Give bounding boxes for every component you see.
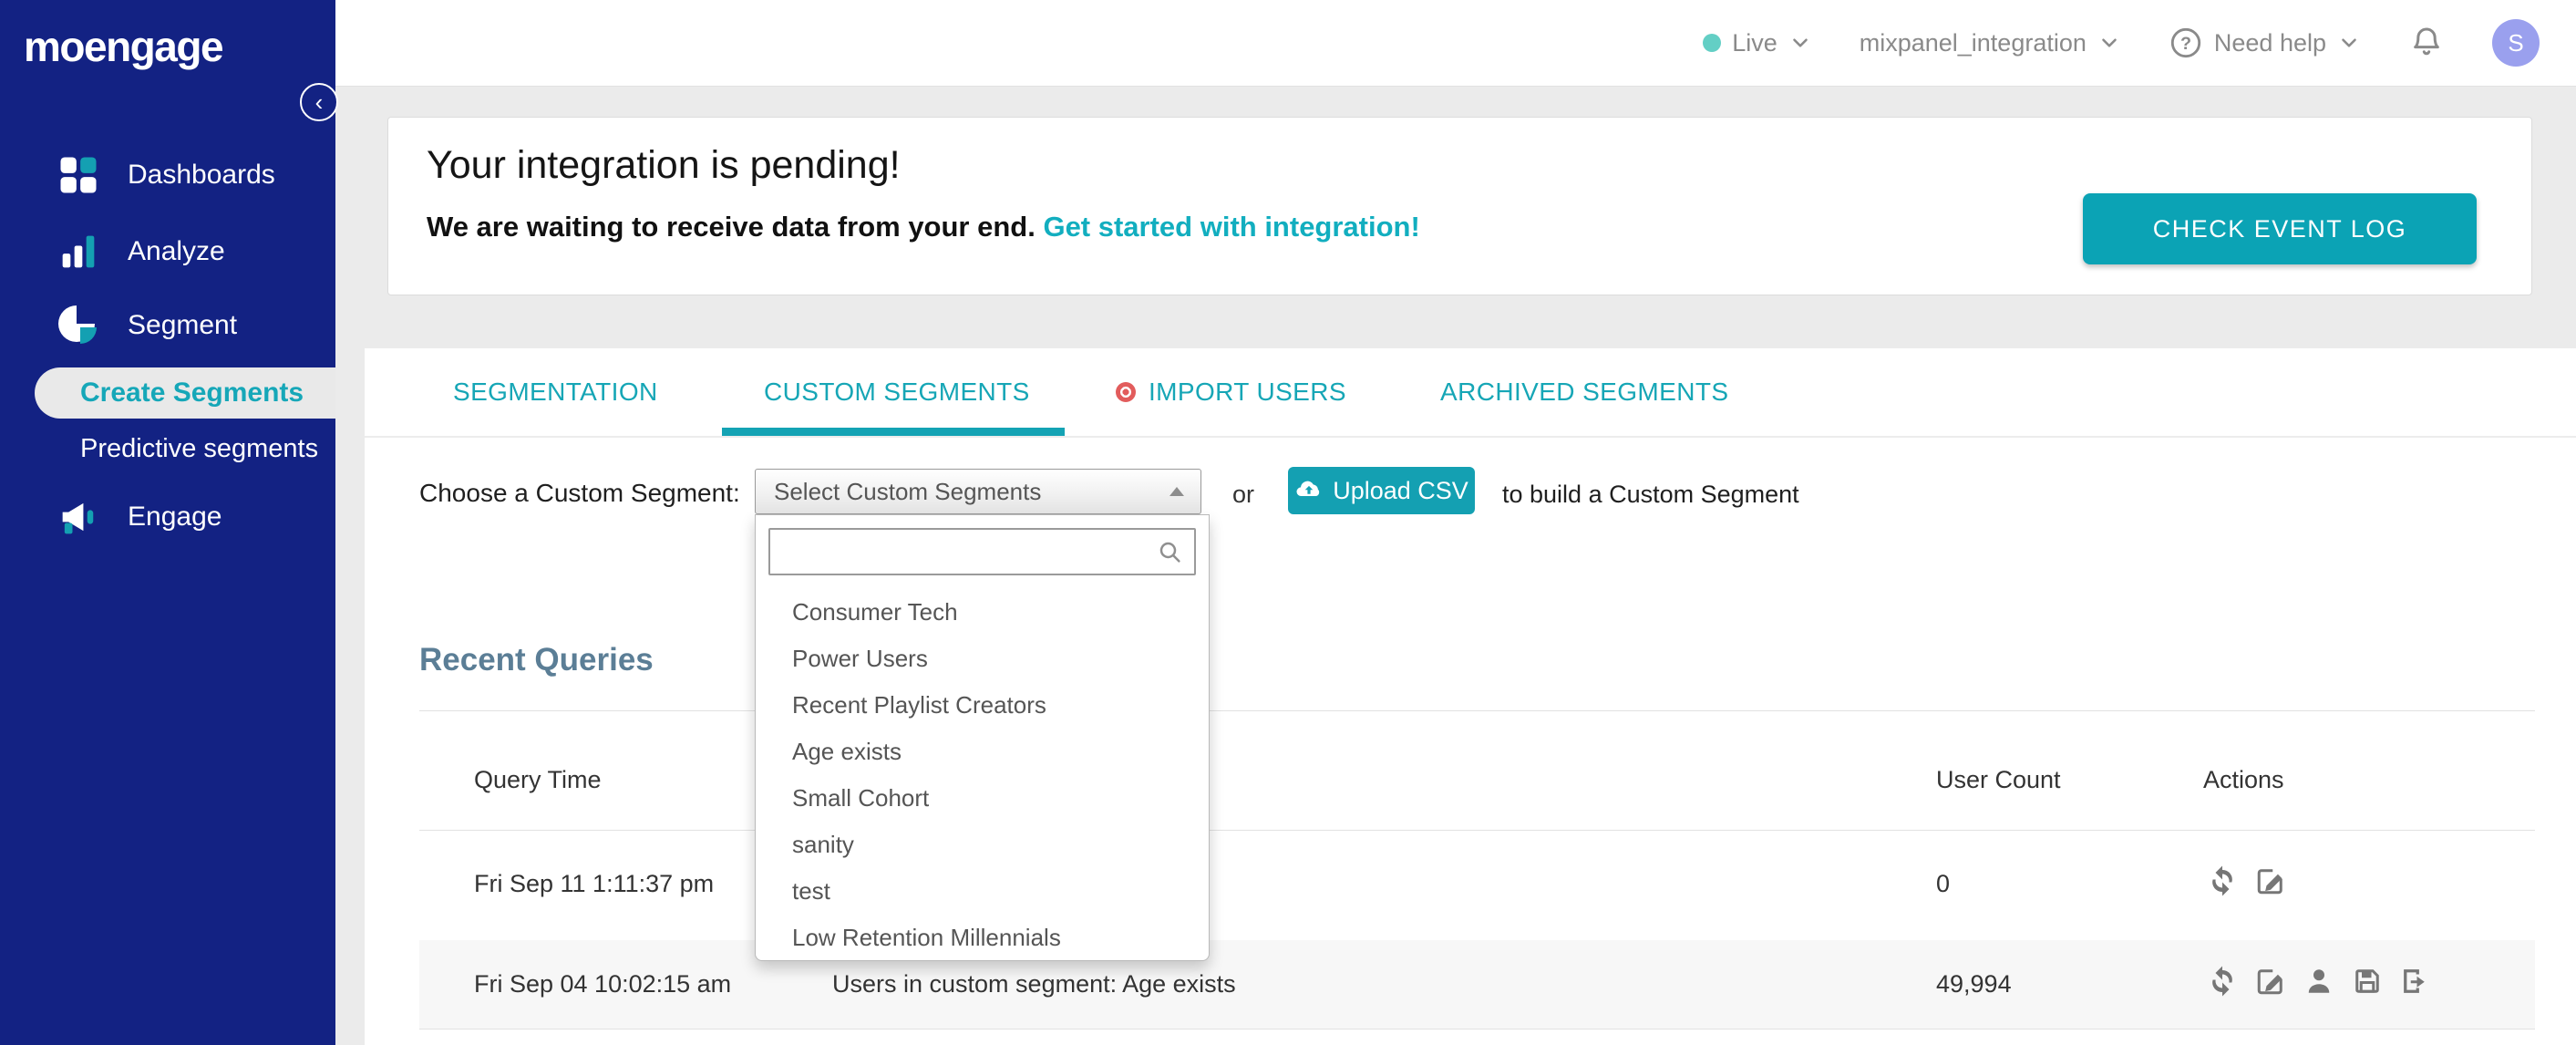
edit-icon[interactable] <box>2254 965 2287 998</box>
workspace-switcher[interactable]: mixpanel_integration <box>1860 29 2121 57</box>
tab-segmentation[interactable]: SEGMENTATION <box>453 348 658 436</box>
recent-queries-title: Recent Queries <box>419 642 654 678</box>
sidebar-item-analyze[interactable]: Analyze <box>0 222 335 281</box>
bar-chart-icon <box>62 235 95 268</box>
get-started-link[interactable]: Get started with integration! <box>1043 211 1419 243</box>
search-icon <box>1159 542 1180 563</box>
svg-text:?: ? <box>2180 34 2191 54</box>
save-icon[interactable] <box>2351 965 2384 998</box>
avatar-initial: S <box>2508 28 2524 57</box>
sidebar-item-label: Dashboards <box>128 160 275 190</box>
or-text: or <box>1232 481 1255 508</box>
choose-segment-label: Choose a Custom Segment: <box>419 479 740 507</box>
tab-custom-segments[interactable]: CUSTOM SEGMENTS <box>764 348 1030 436</box>
app-root: Live mixpanel_integration ? Need help S … <box>0 0 2576 1045</box>
dropdown-option[interactable]: test <box>756 868 1209 915</box>
sidebar: moengage Dashboards Analyze Segment Crea… <box>0 0 335 1045</box>
query-time-cell: Fri Sep 04 10:02:15 am <box>474 970 732 998</box>
dropdown-option[interactable]: Age exists <box>756 729 1209 775</box>
sidebar-item-label: Create Segments <box>80 378 304 408</box>
tab-import-users[interactable]: IMPORT USERS <box>1116 348 1346 436</box>
grid-icon <box>60 157 97 193</box>
upload-csv-button[interactable]: Upload CSV <box>1288 467 1475 514</box>
environment-switcher[interactable]: Live <box>1703 29 1812 57</box>
cloud-upload-icon <box>1296 481 1320 497</box>
divider <box>419 710 2535 711</box>
workspace-label: mixpanel_integration <box>1859 28 2087 57</box>
query-info-cell: Users in custom segment: Age exists <box>832 970 1236 998</box>
dropdown-option[interactable]: Small Cohort <box>756 775 1209 822</box>
pie-chart-icon <box>58 305 97 344</box>
segment-search-input[interactable] <box>768 528 1196 575</box>
live-status-dot <box>1703 34 1722 52</box>
integration-banner: Your integration is pending! We are wait… <box>387 117 2532 295</box>
user-count-cell: 49,994 <box>1936 970 2012 998</box>
chevron-down-icon <box>2102 38 2117 47</box>
tab-label: ARCHIVED SEGMENTS <box>1440 378 1729 406</box>
dropdown-option[interactable]: Consumer Tech <box>756 589 1209 636</box>
banner-message-text: We are waiting to receive data from your… <box>427 211 1044 243</box>
column-header-actions: Actions <box>2203 766 2284 793</box>
custom-segment-dropdown: Consumer Tech Power Users Recent Playlis… <box>755 514 1210 961</box>
help-label: Need help <box>2213 28 2326 57</box>
question-circle-icon: ? <box>2170 27 2201 58</box>
sidebar-item-label: Engage <box>128 502 222 532</box>
banner-title: Your integration is pending! <box>427 143 901 187</box>
tabs-divider <box>365 436 2576 438</box>
top-header: Live mixpanel_integration ? Need help S <box>335 0 2576 87</box>
dropdown-option[interactable]: Low Retention Millennials <box>756 915 1209 960</box>
query-time-cell: Fri Sep 11 1:11:37 pm <box>474 870 715 897</box>
chevron-down-icon <box>1792 38 1808 47</box>
check-event-log-button[interactable]: CHECK EVENT LOG <box>2083 193 2477 264</box>
column-header-user-count: User Count <box>1936 766 2061 793</box>
help-menu[interactable]: ? Need help <box>2169 26 2361 60</box>
build-segment-text: to build a Custom Segment <box>1502 481 1799 508</box>
refresh-icon[interactable] <box>2206 864 2239 897</box>
sidebar-collapse-button[interactable]: ‹ <box>300 83 338 121</box>
custom-segment-select[interactable]: Select Custom Segments <box>755 469 1201 514</box>
chevron-down-icon <box>2342 38 2356 47</box>
upload-csv-label: Upload CSV <box>1333 476 1468 504</box>
active-tab-underline <box>722 428 1065 436</box>
sidebar-item-predictive-segments[interactable]: Predictive segments <box>0 423 335 474</box>
sidebar-item-engage[interactable]: Engage <box>0 488 335 546</box>
sidebar-item-dashboards[interactable]: Dashboards <box>0 146 335 204</box>
chevron-up-icon <box>1170 487 1184 496</box>
banner-message: We are waiting to receive data from your… <box>427 211 1420 243</box>
divider <box>419 830 2535 831</box>
megaphone-icon <box>62 502 94 534</box>
dropdown-option[interactable]: Recent Playlist Creators <box>756 682 1209 729</box>
segments-panel: SEGMENTATION CUSTOM SEGMENTS IMPORT USER… <box>365 348 2576 1045</box>
sidebar-item-label: Segment <box>128 310 238 340</box>
tab-label: CUSTOM SEGMENTS <box>764 378 1030 406</box>
tab-archived-segments[interactable]: ARCHIVED SEGMENTS <box>1440 348 1728 436</box>
collapse-chevron-icon: ‹ <box>314 88 324 116</box>
dropdown-option[interactable]: Power Users <box>756 636 1209 682</box>
avatar[interactable]: S <box>2492 19 2540 67</box>
user-icon[interactable] <box>2303 965 2335 998</box>
export-icon[interactable] <box>2399 965 2432 998</box>
tab-label: IMPORT USERS <box>1149 378 1346 406</box>
tab-label: SEGMENTATION <box>453 378 658 406</box>
column-header-query-time: Query Time <box>474 766 602 793</box>
sidebar-item-create-segments[interactable]: Create Segments <box>35 367 335 419</box>
dropdown-option[interactable]: sanity <box>756 822 1209 868</box>
moengage-logo[interactable]: moengage <box>0 0 335 71</box>
environment-label: Live <box>1732 28 1777 57</box>
import-users-badge-icon <box>1116 382 1136 402</box>
sidebar-item-segment[interactable]: Segment <box>0 296 335 355</box>
user-count-cell: 0 <box>1936 870 1951 897</box>
refresh-icon[interactable] <box>2206 965 2239 998</box>
sidebar-item-label: Analyze <box>128 236 225 266</box>
bell-icon[interactable] <box>2408 25 2445 61</box>
edit-icon[interactable] <box>2254 864 2287 897</box>
sidebar-item-label: Predictive segments <box>80 433 319 463</box>
select-value: Select Custom Segments <box>774 477 1042 505</box>
